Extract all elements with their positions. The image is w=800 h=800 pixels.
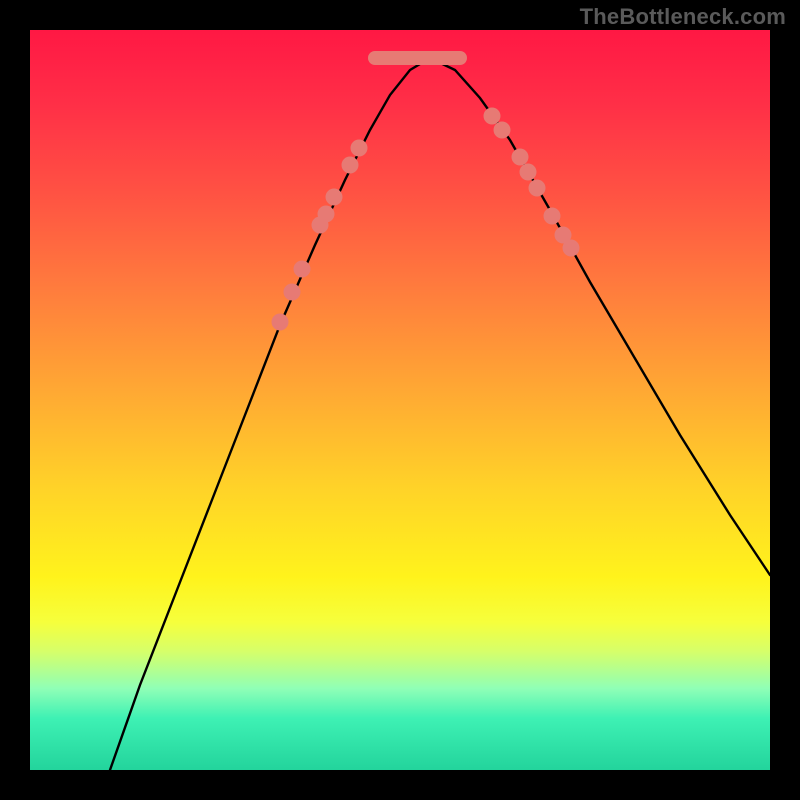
curve-marker <box>563 240 580 257</box>
plot-area <box>30 30 770 770</box>
curve-marker <box>520 164 537 181</box>
curve-marker <box>318 206 335 223</box>
curve-marker <box>326 189 343 206</box>
curve-marker <box>544 208 561 225</box>
right-marker-group <box>484 108 580 257</box>
curve-marker <box>294 261 311 278</box>
curve-marker <box>494 122 511 139</box>
curve-marker <box>351 140 368 157</box>
curve-marker <box>272 314 289 331</box>
chart-frame: TheBottleneck.com <box>0 0 800 800</box>
curve-marker <box>484 108 501 125</box>
curve-line <box>110 58 770 770</box>
curve-marker <box>284 284 301 301</box>
bottleneck-curve <box>30 30 770 770</box>
curve-marker <box>529 180 546 197</box>
watermark-text: TheBottleneck.com <box>580 4 786 30</box>
curve-marker <box>512 149 529 166</box>
curve-marker <box>342 157 359 174</box>
